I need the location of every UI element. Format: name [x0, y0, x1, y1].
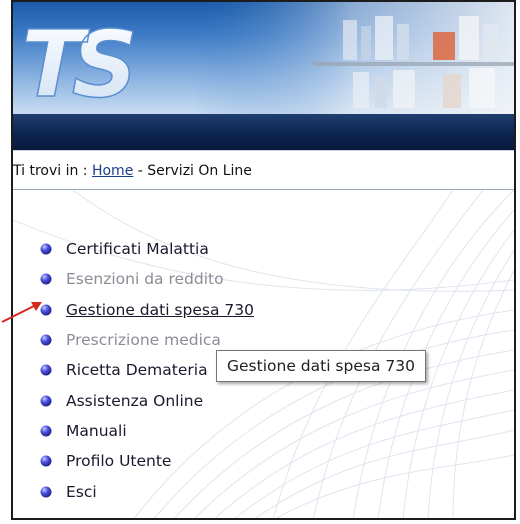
menu-item-label: Ricetta Demateria: [66, 361, 208, 380]
ts-logo: TS: [20, 10, 146, 114]
bullet-orb-icon: [40, 395, 52, 407]
menu-item[interactable]: Esci: [40, 476, 254, 506]
menu-item[interactable]: Profilo Utente: [40, 446, 254, 476]
menu-item-label: Profilo Utente: [66, 452, 172, 471]
navigation-bar: [13, 114, 514, 150]
breadcrumb: Ti trovi in : Home - Servizi On Line: [13, 150, 514, 190]
breadcrumb-home-link[interactable]: Home: [92, 163, 133, 179]
menu-item[interactable]: Gestione dati spesa 730: [40, 295, 254, 325]
menu-item-label: Assistenza Online: [66, 391, 204, 410]
svg-text:TS: TS: [21, 11, 134, 114]
breadcrumb-separator: -: [133, 163, 148, 179]
menu-item-label: Certificati Malattia: [66, 240, 209, 259]
bullet-orb-icon: [40, 243, 52, 255]
tooltip: Gestione dati spesa 730: [216, 350, 426, 382]
bullet-orb-icon: [40, 425, 52, 437]
menu-item[interactable]: Manuali: [40, 416, 254, 446]
app-window: TS Ti trovi in : Home - Servizi On Line: [11, 0, 516, 520]
breadcrumb-prefix: Ti trovi in :: [13, 163, 92, 179]
header-banner: TS: [13, 2, 514, 114]
red-arrow-icon: [1, 302, 42, 323]
menu-item-label: Esci: [66, 482, 97, 501]
bullet-orb-icon: [40, 273, 52, 285]
menu-item: Esenzioni da reddito: [40, 264, 254, 294]
bullet-orb-icon: [40, 364, 52, 376]
menu-item[interactable]: Certificati Malattia: [40, 234, 254, 264]
menu-item[interactable]: Assistenza Online: [40, 385, 254, 415]
menu-item-label: Esenzioni da reddito: [66, 270, 224, 289]
bullet-orb-icon: [40, 455, 52, 467]
bullet-orb-icon: [40, 486, 52, 498]
menu-item-label: Gestione dati spesa 730: [66, 300, 254, 319]
bullet-orb-icon: [40, 334, 52, 346]
breadcrumb-current: Servizi On Line: [147, 163, 252, 179]
menu-item-label: Prescrizione medica: [66, 331, 221, 350]
banner-artwork: TS: [20, 2, 514, 114]
menu-item-label: Manuali: [66, 421, 127, 440]
